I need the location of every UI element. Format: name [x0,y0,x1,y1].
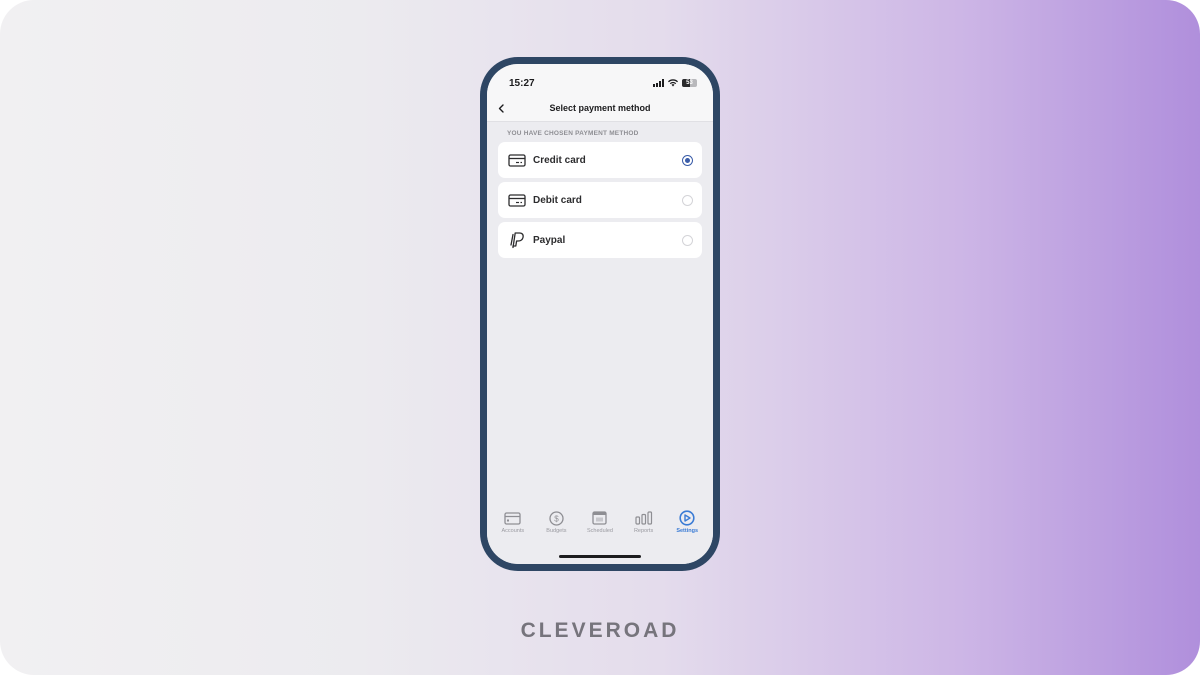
tab-scheduled[interactable]: Scheduled [580,510,620,534]
bar-chart-icon [634,510,653,526]
chevron-left-icon [498,103,504,113]
settings-icon [678,510,696,526]
status-bar: 15:27 53 [487,64,713,94]
paypal-icon [508,232,526,249]
tab-accounts[interactable]: Accounts [493,510,533,534]
signal-icon [653,79,664,87]
tab-label: Budgets [546,528,567,534]
battery-level: 53 [686,80,693,86]
navigation-bar: Select payment method [487,94,713,122]
wifi-icon [668,79,678,87]
option-label: Paypal [533,234,566,246]
tab-label: Scheduled [586,528,613,534]
card-icon [504,510,522,526]
option-label: Credit card [533,154,586,166]
tab-bar: Accounts $ Budgets Scheduled Reports Set… [487,506,713,564]
tab-reports[interactable]: Reports [624,510,664,534]
tab-settings[interactable]: Settings [667,510,707,534]
status-time: 15:27 [509,77,535,89]
calendar-icon [591,510,609,526]
back-button[interactable] [493,100,509,116]
tab-budgets[interactable]: $ Budgets [536,510,576,534]
payment-option-paypal[interactable]: Paypal [498,222,702,258]
tab-label: Settings [676,528,699,534]
page-title: Select payment method [549,102,651,113]
battery-icon: 53 [682,79,697,87]
radio-button[interactable] [682,234,693,246]
phone-frame: 15:27 53 Select payment method YOU HAVE … [480,57,720,571]
tab-label: Reports [633,528,654,534]
debit-card-icon [508,193,526,207]
option-label: Debit card [533,194,582,206]
phone-screen: 15:27 53 Select payment method YOU HAVE … [487,64,713,564]
tab-label: Accounts [501,528,525,534]
payment-options-list: Credit card Debit card Paypal [498,142,702,258]
radio-button-selected[interactable] [682,154,693,166]
dollar-circle-icon: $ [547,510,565,526]
brand-logo: CLEVEROAD [520,619,680,642]
background-canvas: 15:27 53 Select payment method YOU HAVE … [0,0,1200,675]
credit-card-icon [508,153,526,167]
status-icons: 53 [653,79,697,87]
section-label: YOU HAVE CHOSEN PAYMENT METHOD [507,130,639,137]
home-indicator[interactable] [559,555,641,558]
radio-button[interactable] [682,194,693,206]
payment-option-credit-card[interactable]: Credit card [498,142,702,178]
payment-option-debit-card[interactable]: Debit card [498,182,702,218]
svg-text:$: $ [554,514,559,523]
